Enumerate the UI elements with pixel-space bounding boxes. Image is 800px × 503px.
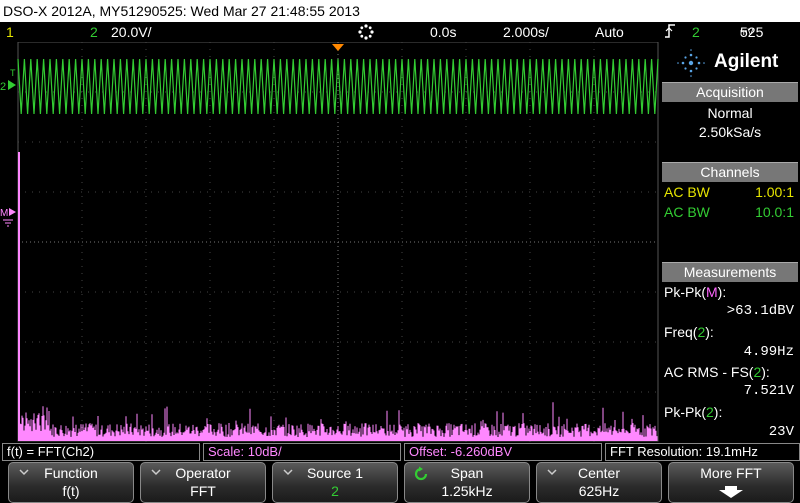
timebase-scale[interactable]: 2.000s/: [503, 22, 549, 42]
meas-2-value: 4.99Hz: [743, 344, 794, 360]
fft-offset-info: Offset: -6.260dBV: [404, 443, 602, 461]
agilent-spark-icon: [677, 49, 705, 77]
meas-1-label-b: ):: [717, 284, 727, 300]
softkey-center[interactable]: Center 625Hz: [536, 462, 662, 503]
trigger-level-unit: mV: [740, 27, 754, 37]
acquisition-header[interactable]: Acquisition: [662, 82, 798, 102]
softkey-function[interactable]: Function f(t): [8, 462, 134, 503]
ch1-coupling: AC BW: [664, 184, 710, 200]
meas-3-label: AC RMS - FS(2):: [664, 364, 770, 380]
trigger-source[interactable]: 2: [692, 22, 700, 42]
meas-4-label: Pk-Pk(2):: [664, 404, 722, 420]
meas-4-label-b: ):: [713, 404, 723, 420]
meas-3-label-b: ):: [761, 364, 770, 380]
meas-1-source: M: [706, 284, 718, 300]
softkey-source[interactable]: Source 1 2: [272, 462, 398, 503]
softkey-source-label: Source 1: [306, 465, 364, 481]
ch2-scale[interactable]: 20.0V/: [111, 22, 151, 42]
meas-3-label-a: AC RMS - FS(: [664, 364, 754, 380]
softkey-operator-value: FFT: [190, 483, 216, 499]
softkey-operator[interactable]: Operator FFT: [140, 462, 266, 503]
softkey-center-value: 625Hz: [578, 483, 620, 499]
trigger-mode[interactable]: Auto: [595, 22, 624, 42]
meas-1-label-a: Pk-Pk(: [664, 284, 706, 300]
measurements-header[interactable]: Measurements: [662, 262, 798, 282]
softkey-center-label: Center: [577, 465, 621, 481]
meas-2-label: Freq(2):: [664, 324, 714, 340]
meas-4-label-a: Pk-Pk(: [664, 404, 706, 420]
softkey-span[interactable]: Span 1.25kHz: [404, 462, 530, 503]
ch2-coupling: AC BW: [664, 204, 710, 220]
down-arrow-icon: [669, 485, 793, 502]
ch1-probe: 1.00:1: [755, 184, 794, 200]
softkey-span-label: Span: [450, 465, 484, 481]
meas-2-label-b: ):: [705, 324, 714, 340]
fft-scale-info: Scale: 10dB/: [203, 443, 401, 461]
ch2-marker-label: 2: [0, 81, 6, 93]
meas-3-value: 7.521V: [743, 383, 794, 399]
ch2-indicator[interactable]: 2: [90, 22, 98, 42]
math-marker-label: M: [0, 208, 8, 219]
sample-rate: 2.50kSa/s: [698, 124, 762, 140]
softkey-operator-label: Operator: [175, 465, 231, 481]
trigger-delay[interactable]: 0.0s: [430, 22, 456, 42]
meas-4-source: 2: [706, 404, 714, 420]
brand-name: Agilent: [714, 51, 779, 72]
channels-header[interactable]: Channels: [662, 162, 798, 182]
trigger-level-marker-label: T: [10, 68, 16, 78]
softkey-span-value: 1.25kHz: [441, 483, 493, 499]
ch2-probe: 10.0:1: [755, 204, 794, 220]
right-panel: Agilent Acquisition Normal 2.50kSa/s Cha…: [660, 42, 800, 442]
softkey-more-fft[interactable]: More FFT: [668, 462, 794, 503]
meas-4-value: 23V: [768, 424, 794, 440]
meas-2-label-a: Freq(: [664, 324, 698, 340]
acquisition-mode: Normal: [707, 105, 753, 121]
title-bar: DSO-X 2012A, MY51290525: Wed Mar 27 21:4…: [0, 0, 800, 22]
status-bar: 1 2 20.0V/ 0.0s 2.000s/ Auto 2 525 mV: [0, 22, 800, 42]
softkey-function-label: Function: [44, 465, 98, 481]
ch1-indicator[interactable]: 1: [6, 22, 14, 42]
math-function-info: f(t) = FFT(Ch2): [2, 443, 200, 461]
meas-1-value: >63.1dBV: [726, 303, 794, 319]
softkey-more-fft-label: More FFT: [700, 465, 762, 481]
fft-resolution-info: FFT Resolution: 19.1mHz: [605, 443, 800, 461]
softkey-source-value: 2: [331, 483, 339, 499]
meas-1-label: Pk-Pk(M):: [664, 284, 726, 300]
softkey-function-value: f(t): [62, 483, 80, 499]
